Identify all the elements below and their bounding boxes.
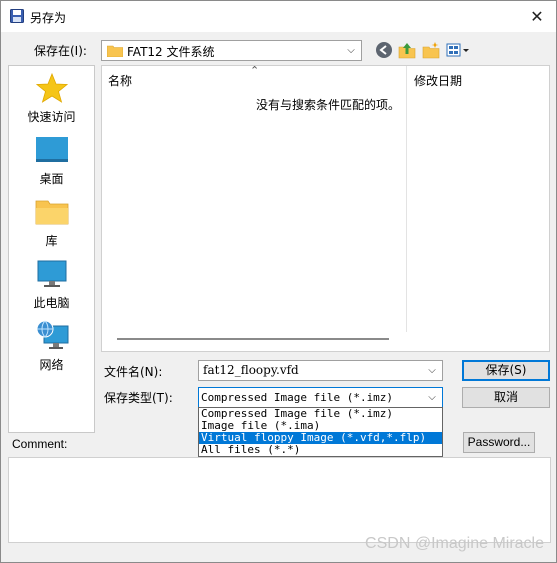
place-label: 快速访问: [27, 110, 76, 124]
window-title: 另存为: [30, 11, 67, 25]
chevron-down-icon: ⌵: [347, 45, 355, 56]
library-folder-icon: [35, 200, 68, 225]
place-this-pc[interactable]: 此电脑: [9, 258, 94, 318]
save-as-dialog: 另存为 ✕ 保存在(I): FAT12 文件系统 ⌵ 快速访问 桌面 库 此电脑…: [0, 0, 557, 563]
new-folder-button[interactable]: [422, 41, 442, 61]
sort-caret-icon: ⌃: [250, 64, 260, 77]
empty-list-message: 没有与搜索条件匹配的项。: [256, 98, 401, 112]
place-desktop[interactable]: 桌面: [9, 134, 94, 194]
title-bar[interactable]: 另存为 ✕: [1, 1, 556, 32]
folder-up-icon: [398, 43, 416, 59]
cancel-button[interactable]: 取消: [462, 387, 550, 408]
comment-label: Comment:: [12, 437, 68, 451]
filename-label: 文件名(N):: [104, 365, 163, 379]
up-folder-button[interactable]: [398, 41, 418, 61]
place-network[interactable]: 网络: [9, 320, 94, 380]
floppy-disk-icon: [10, 9, 24, 23]
place-label: 库: [45, 234, 58, 248]
file-list[interactable]: 名称 ⌃ 修改日期 没有与搜索条件匹配的项。: [101, 64, 550, 352]
column-header-name[interactable]: 名称: [108, 72, 132, 89]
column-header-modified[interactable]: 修改日期: [414, 72, 462, 89]
chevron-down-icon[interactable]: ⌵: [425, 361, 439, 380]
close-button[interactable]: ✕: [526, 6, 548, 28]
password-button[interactable]: Password...: [463, 432, 535, 453]
column-divider[interactable]: [406, 66, 407, 332]
filename-input[interactable]: fat12_floopy.vfd ⌵: [198, 360, 443, 381]
filetype-label: 保存类型(T):: [104, 391, 173, 405]
save-in-label: 保存在(I):: [34, 44, 87, 58]
place-quick-access[interactable]: 快速访问: [9, 72, 94, 132]
filename-value: fat12_floopy.vfd: [203, 363, 299, 377]
filetype-dropdown[interactable]: Compressed Image file (*.imz) ⌵: [198, 387, 443, 408]
desktop-icon: [35, 137, 68, 162]
places-bar: 快速访问 桌面 库 此电脑 网络: [8, 65, 95, 433]
computer-icon: [37, 260, 66, 287]
star-icon: [35, 72, 68, 103]
network-icon: [36, 320, 68, 349]
back-arrow-icon: [376, 42, 392, 58]
comment-textarea[interactable]: [8, 457, 551, 543]
view-menu-button[interactable]: [446, 41, 472, 61]
back-button[interactable]: [375, 41, 395, 61]
place-label: 桌面: [39, 172, 64, 186]
filetype-options-list[interactable]: Compressed Image file (*.imz) Image file…: [198, 407, 443, 457]
chevron-down-icon: ⌵: [428, 392, 436, 403]
save-button[interactable]: 保存(S): [462, 360, 550, 381]
new-folder-icon: [422, 42, 440, 59]
place-library[interactable]: 库: [9, 196, 94, 256]
filetype-value: Compressed Image file (*.imz): [201, 391, 394, 404]
filetype-option[interactable]: All files (*.*): [199, 444, 442, 456]
place-label: 网络: [39, 358, 64, 372]
folder-icon: [107, 45, 123, 57]
save-in-value: FAT12 文件系统: [127, 45, 215, 59]
scrollbar-thumb[interactable]: [117, 338, 389, 340]
place-label: 此电脑: [33, 296, 70, 310]
save-in-dropdown[interactable]: FAT12 文件系统 ⌵: [101, 40, 362, 61]
watermark: CSDN @Imagine Miracle: [365, 535, 544, 552]
horizontal-scrollbar[interactable]: [103, 336, 389, 342]
view-menu-icon: [446, 43, 469, 57]
